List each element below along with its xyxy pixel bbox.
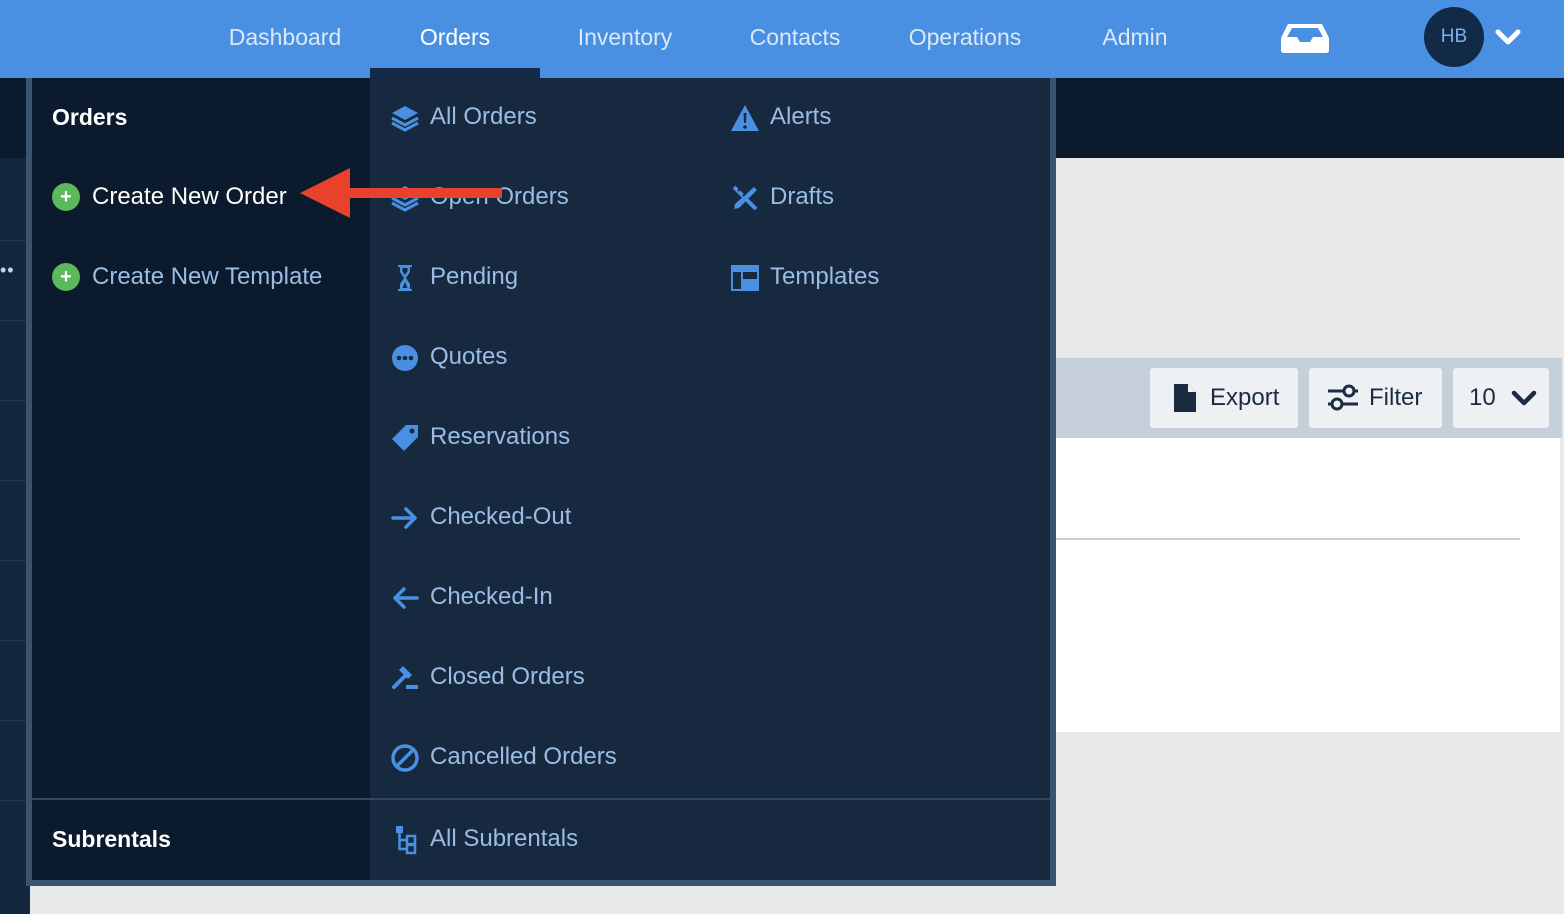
red-arrow-icon — [300, 168, 502, 218]
nav-contacts[interactable]: Contacts — [720, 0, 870, 72]
sitemap-icon — [396, 826, 417, 855]
ellipsis-circle-icon — [392, 345, 418, 371]
warning-icon — [731, 105, 759, 131]
nav-orders[interactable]: Orders — [380, 0, 530, 72]
export-button[interactable]: Export — [1150, 368, 1298, 428]
menu-link-checked-out[interactable]: Checked-Out — [390, 497, 590, 537]
table-icon — [731, 265, 759, 291]
create-new-template-button[interactable]: + Create New Template — [52, 257, 342, 297]
menu-link-alerts[interactable]: Alerts — [730, 97, 890, 137]
pencil-ruler-icon — [732, 185, 758, 211]
filter-button[interactable]: Filter — [1309, 368, 1442, 428]
nav-admin[interactable]: Admin — [1060, 0, 1210, 72]
active-tab-indicator — [370, 68, 540, 78]
tag-icon — [392, 425, 418, 451]
create-new-template-label: Create New Template — [92, 263, 323, 290]
hourglass-icon — [398, 265, 412, 291]
gavel-icon — [392, 666, 418, 689]
ban-icon — [391, 744, 419, 772]
nav-inventory[interactable]: Inventory — [550, 0, 700, 72]
table-divider — [1056, 538, 1520, 540]
chevron-down-icon — [1511, 390, 1537, 406]
chevron-down-icon[interactable] — [1494, 26, 1522, 48]
page-size-value: 10 — [1469, 384, 1496, 411]
layers-icon — [391, 106, 419, 132]
more-dots-icon: •• — [0, 260, 15, 280]
menu-link-drafts[interactable]: Drafts — [730, 177, 890, 217]
arrow-left-icon — [393, 587, 419, 609]
menu-link-pending[interactable]: Pending — [390, 257, 590, 297]
nav-operations[interactable]: Operations — [890, 0, 1040, 72]
inbox-icon[interactable] — [1280, 22, 1330, 54]
nav-dashboard[interactable]: Dashboard — [210, 0, 360, 72]
plus-circle-icon: + — [52, 263, 80, 291]
plus-circle-icon: + — [52, 183, 80, 211]
menu-link-reservations[interactable]: Reservations — [390, 417, 590, 457]
menu-link-closed-orders[interactable]: Closed Orders — [390, 657, 610, 697]
menu-link-all-subrentals[interactable]: All Subrentals — [390, 819, 610, 859]
orders-heading: Orders — [52, 104, 128, 130]
menu-link-templates[interactable]: Templates — [730, 257, 910, 297]
table-panel — [1056, 438, 1560, 732]
menu-link-checked-in[interactable]: Checked-In — [390, 577, 590, 617]
export-label: Export — [1210, 384, 1280, 411]
menu-link-cancelled-orders[interactable]: Cancelled Orders — [390, 737, 630, 777]
top-nav-bar: Dashboard Orders Inventory Contacts Oper… — [0, 0, 1564, 78]
arrow-right-icon — [391, 507, 417, 529]
sliders-icon — [1328, 384, 1358, 411]
page-size-select[interactable]: 10 — [1453, 368, 1549, 428]
filter-label: Filter — [1369, 384, 1423, 411]
file-icon — [1174, 384, 1196, 412]
create-new-order-label: Create New Order — [92, 183, 287, 210]
menu-link-quotes[interactable]: Quotes — [390, 337, 590, 377]
create-new-order-button[interactable]: + Create New Order — [52, 177, 332, 217]
user-avatar[interactable]: HB — [1424, 7, 1484, 67]
menu-link-all-orders[interactable]: All Orders — [390, 97, 590, 137]
subrentals-heading: Subrentals — [52, 826, 171, 852]
